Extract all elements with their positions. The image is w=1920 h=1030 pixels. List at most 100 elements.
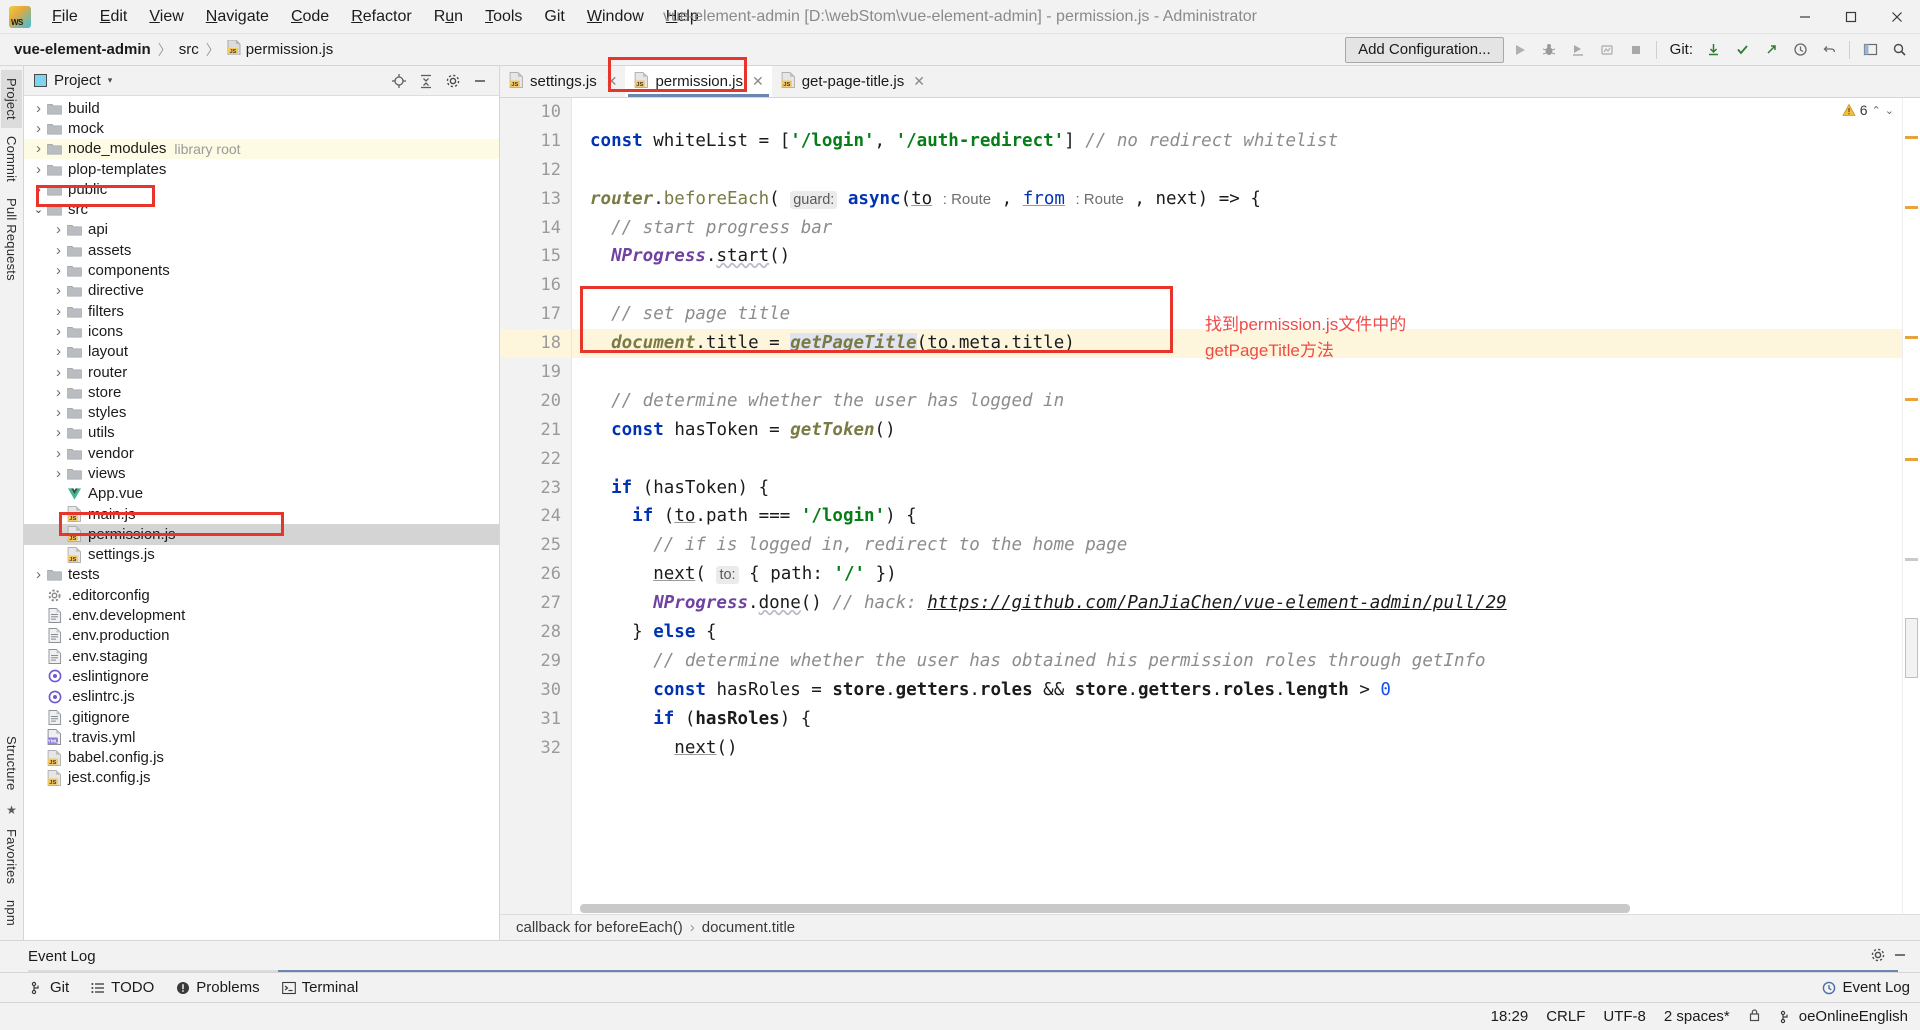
code-line[interactable]: router.beforeEach( guard: async(to : Rou… [572, 185, 1902, 214]
event-log-gear-icon[interactable] [1870, 947, 1886, 967]
search-icon[interactable] [1886, 38, 1912, 62]
line-number[interactable]: 13⌄ [500, 185, 571, 214]
tree-item-components[interactable]: ›components [24, 260, 499, 280]
editor-tab-permission-js[interactable]: JSpermission.js✕ [625, 66, 771, 97]
code-line[interactable]: const hasToken = getToken() [572, 416, 1902, 445]
status-branch[interactable]: oeOnlineEnglish [1779, 1008, 1908, 1025]
coverage-icon[interactable] [1565, 38, 1591, 62]
editor-tab-settings-js[interactable]: JSsettings.js✕ [500, 66, 625, 97]
tree-item-plop-templates[interactable]: ›plop-templates [24, 159, 499, 179]
tree-item-node-modules[interactable]: ›node_moduleslibrary root [24, 139, 499, 159]
tree-item-styles[interactable]: ›styles [24, 402, 499, 422]
tool-window-terminal[interactable]: Terminal [282, 979, 359, 996]
horizontal-scrollbar[interactable] [580, 904, 1900, 913]
line-number[interactable]: 23⌄ [500, 474, 571, 503]
menu-view[interactable]: View [138, 3, 194, 31]
chevron-right-icon[interactable]: › [32, 120, 45, 137]
tree-item-src[interactable]: ⌄src [24, 199, 499, 219]
minimize-button[interactable] [1782, 0, 1828, 34]
tree-item-gitignore[interactable]: .gitignore [24, 707, 499, 727]
tree-item-assets[interactable]: ›assets [24, 240, 499, 260]
settings-gear-icon[interactable] [440, 69, 466, 93]
chevron-down-icon-2[interactable]: ⌄ [1885, 104, 1894, 117]
tree-item-layout[interactable]: ›layout [24, 342, 499, 362]
lock-icon[interactable] [1748, 1008, 1761, 1026]
close-button[interactable] [1874, 0, 1920, 34]
chevron-right-icon[interactable]: › [32, 161, 45, 178]
line-number[interactable]: 20 [500, 387, 571, 416]
menu-file[interactable]: File [41, 3, 89, 31]
rail-tab-pull-requests[interactable]: Pull Requests [1, 190, 22, 289]
tree-item-main-js[interactable]: JSmain.js [24, 504, 499, 524]
status-encoding[interactable]: UTF-8 [1603, 1008, 1646, 1025]
tree-item-public[interactable]: ›public [24, 179, 499, 199]
tree-item-eslintrc-js[interactable]: .eslintrc.js [24, 687, 499, 707]
code-line[interactable] [572, 271, 1902, 300]
chevron-right-icon[interactable]: › [32, 566, 45, 583]
push-icon[interactable] [1758, 38, 1784, 62]
breadcrumb-callback[interactable]: callback for beforeEach() [516, 919, 683, 936]
marker-info-1[interactable] [1905, 558, 1918, 561]
hide-panel-icon[interactable] [467, 69, 493, 93]
rollback-icon[interactable] [1816, 38, 1842, 62]
debug-icon[interactable] [1536, 38, 1562, 62]
code-line[interactable]: NProgress.start() [572, 242, 1902, 271]
chevron-right-icon[interactable]: › [52, 384, 65, 401]
collapse-all-icon[interactable] [413, 69, 439, 93]
chevron-right-icon[interactable]: › [52, 262, 65, 279]
history-icon[interactable] [1787, 38, 1813, 62]
rail-tab-commit[interactable]: Commit [1, 128, 22, 190]
maximize-button[interactable] [1828, 0, 1874, 34]
favorites-star-icon[interactable]: ★ [6, 803, 17, 817]
chevron-right-icon[interactable]: › [52, 343, 65, 360]
tool-window-todo[interactable]: TODO [91, 979, 154, 996]
marker-warning-2[interactable] [1905, 206, 1918, 209]
line-number[interactable]: 26 [500, 560, 571, 589]
tree-item-eslintignore[interactable]: .eslintignore [24, 666, 499, 686]
inspection-status-badge[interactable]: 6 ⌃ ⌄ [1842, 102, 1894, 118]
event-log-chip[interactable]: Event Log [1822, 979, 1910, 996]
line-number[interactable]: 25 [500, 531, 571, 560]
menu-tools[interactable]: Tools [474, 3, 533, 31]
project-file-tree[interactable]: ›build›mock›node_moduleslibrary root›plo… [24, 96, 499, 940]
line-number[interactable]: 16 [500, 271, 571, 300]
menu-window[interactable]: Window [576, 3, 655, 31]
code-line[interactable] [572, 156, 1902, 185]
marker-warning-4[interactable] [1905, 398, 1918, 401]
code-line[interactable]: const whiteList = ['/login', '/auth-redi… [572, 127, 1902, 156]
code-line[interactable]: next() [572, 734, 1902, 763]
chevron-right-icon[interactable]: › [52, 303, 65, 320]
chevron-right-icon[interactable]: › [52, 282, 65, 299]
tree-item-router[interactable]: ›router [24, 362, 499, 382]
status-indent[interactable]: 2 spaces* [1664, 1008, 1730, 1025]
code-line[interactable]: } else { [572, 618, 1902, 647]
tree-item-vendor[interactable]: ›vendor [24, 443, 499, 463]
rail-tab-project[interactable]: Project [1, 70, 22, 128]
tree-item-icons[interactable]: ›icons [24, 321, 499, 341]
code-line[interactable]: const hasRoles = store.getters.roles && … [572, 676, 1902, 705]
locate-icon[interactable] [386, 69, 412, 93]
breadcrumb-project[interactable]: vue-element-admin [14, 41, 151, 58]
run-icon[interactable] [1507, 38, 1533, 62]
chevron-right-icon[interactable]: › [52, 323, 65, 340]
code-line[interactable]: // start progress bar [572, 214, 1902, 243]
line-number[interactable]: 12 [500, 156, 571, 185]
line-number[interactable]: 30 [500, 676, 571, 705]
code-line[interactable] [572, 445, 1902, 474]
close-tab-icon[interactable]: ✕ [913, 73, 925, 90]
line-number[interactable]: 18 [500, 329, 571, 358]
editor-tab-get-page-title-js[interactable]: JSget-page-title.js✕ [772, 66, 933, 97]
code-line[interactable]: // if is logged in, redirect to the home… [572, 531, 1902, 560]
code-line[interactable]: NProgress.done() // hack: https://github… [572, 589, 1902, 618]
menu-help[interactable]: Help [655, 3, 710, 31]
chevron-right-icon[interactable]: › [52, 404, 65, 421]
tree-item-directive[interactable]: ›directive [24, 281, 499, 301]
tree-item-editorconfig[interactable]: .editorconfig [24, 585, 499, 605]
close-tab-icon[interactable]: ✕ [752, 73, 764, 90]
rail-tab-favorites[interactable]: Favorites [1, 821, 22, 892]
tree-item-views[interactable]: ›views [24, 463, 499, 483]
line-number[interactable]: 14 [500, 214, 571, 243]
code-line[interactable]: next( to: { path: '/' }) [572, 560, 1902, 589]
code-line[interactable]: if (hasToken) { [572, 474, 1902, 503]
commit-icon[interactable] [1729, 38, 1755, 62]
